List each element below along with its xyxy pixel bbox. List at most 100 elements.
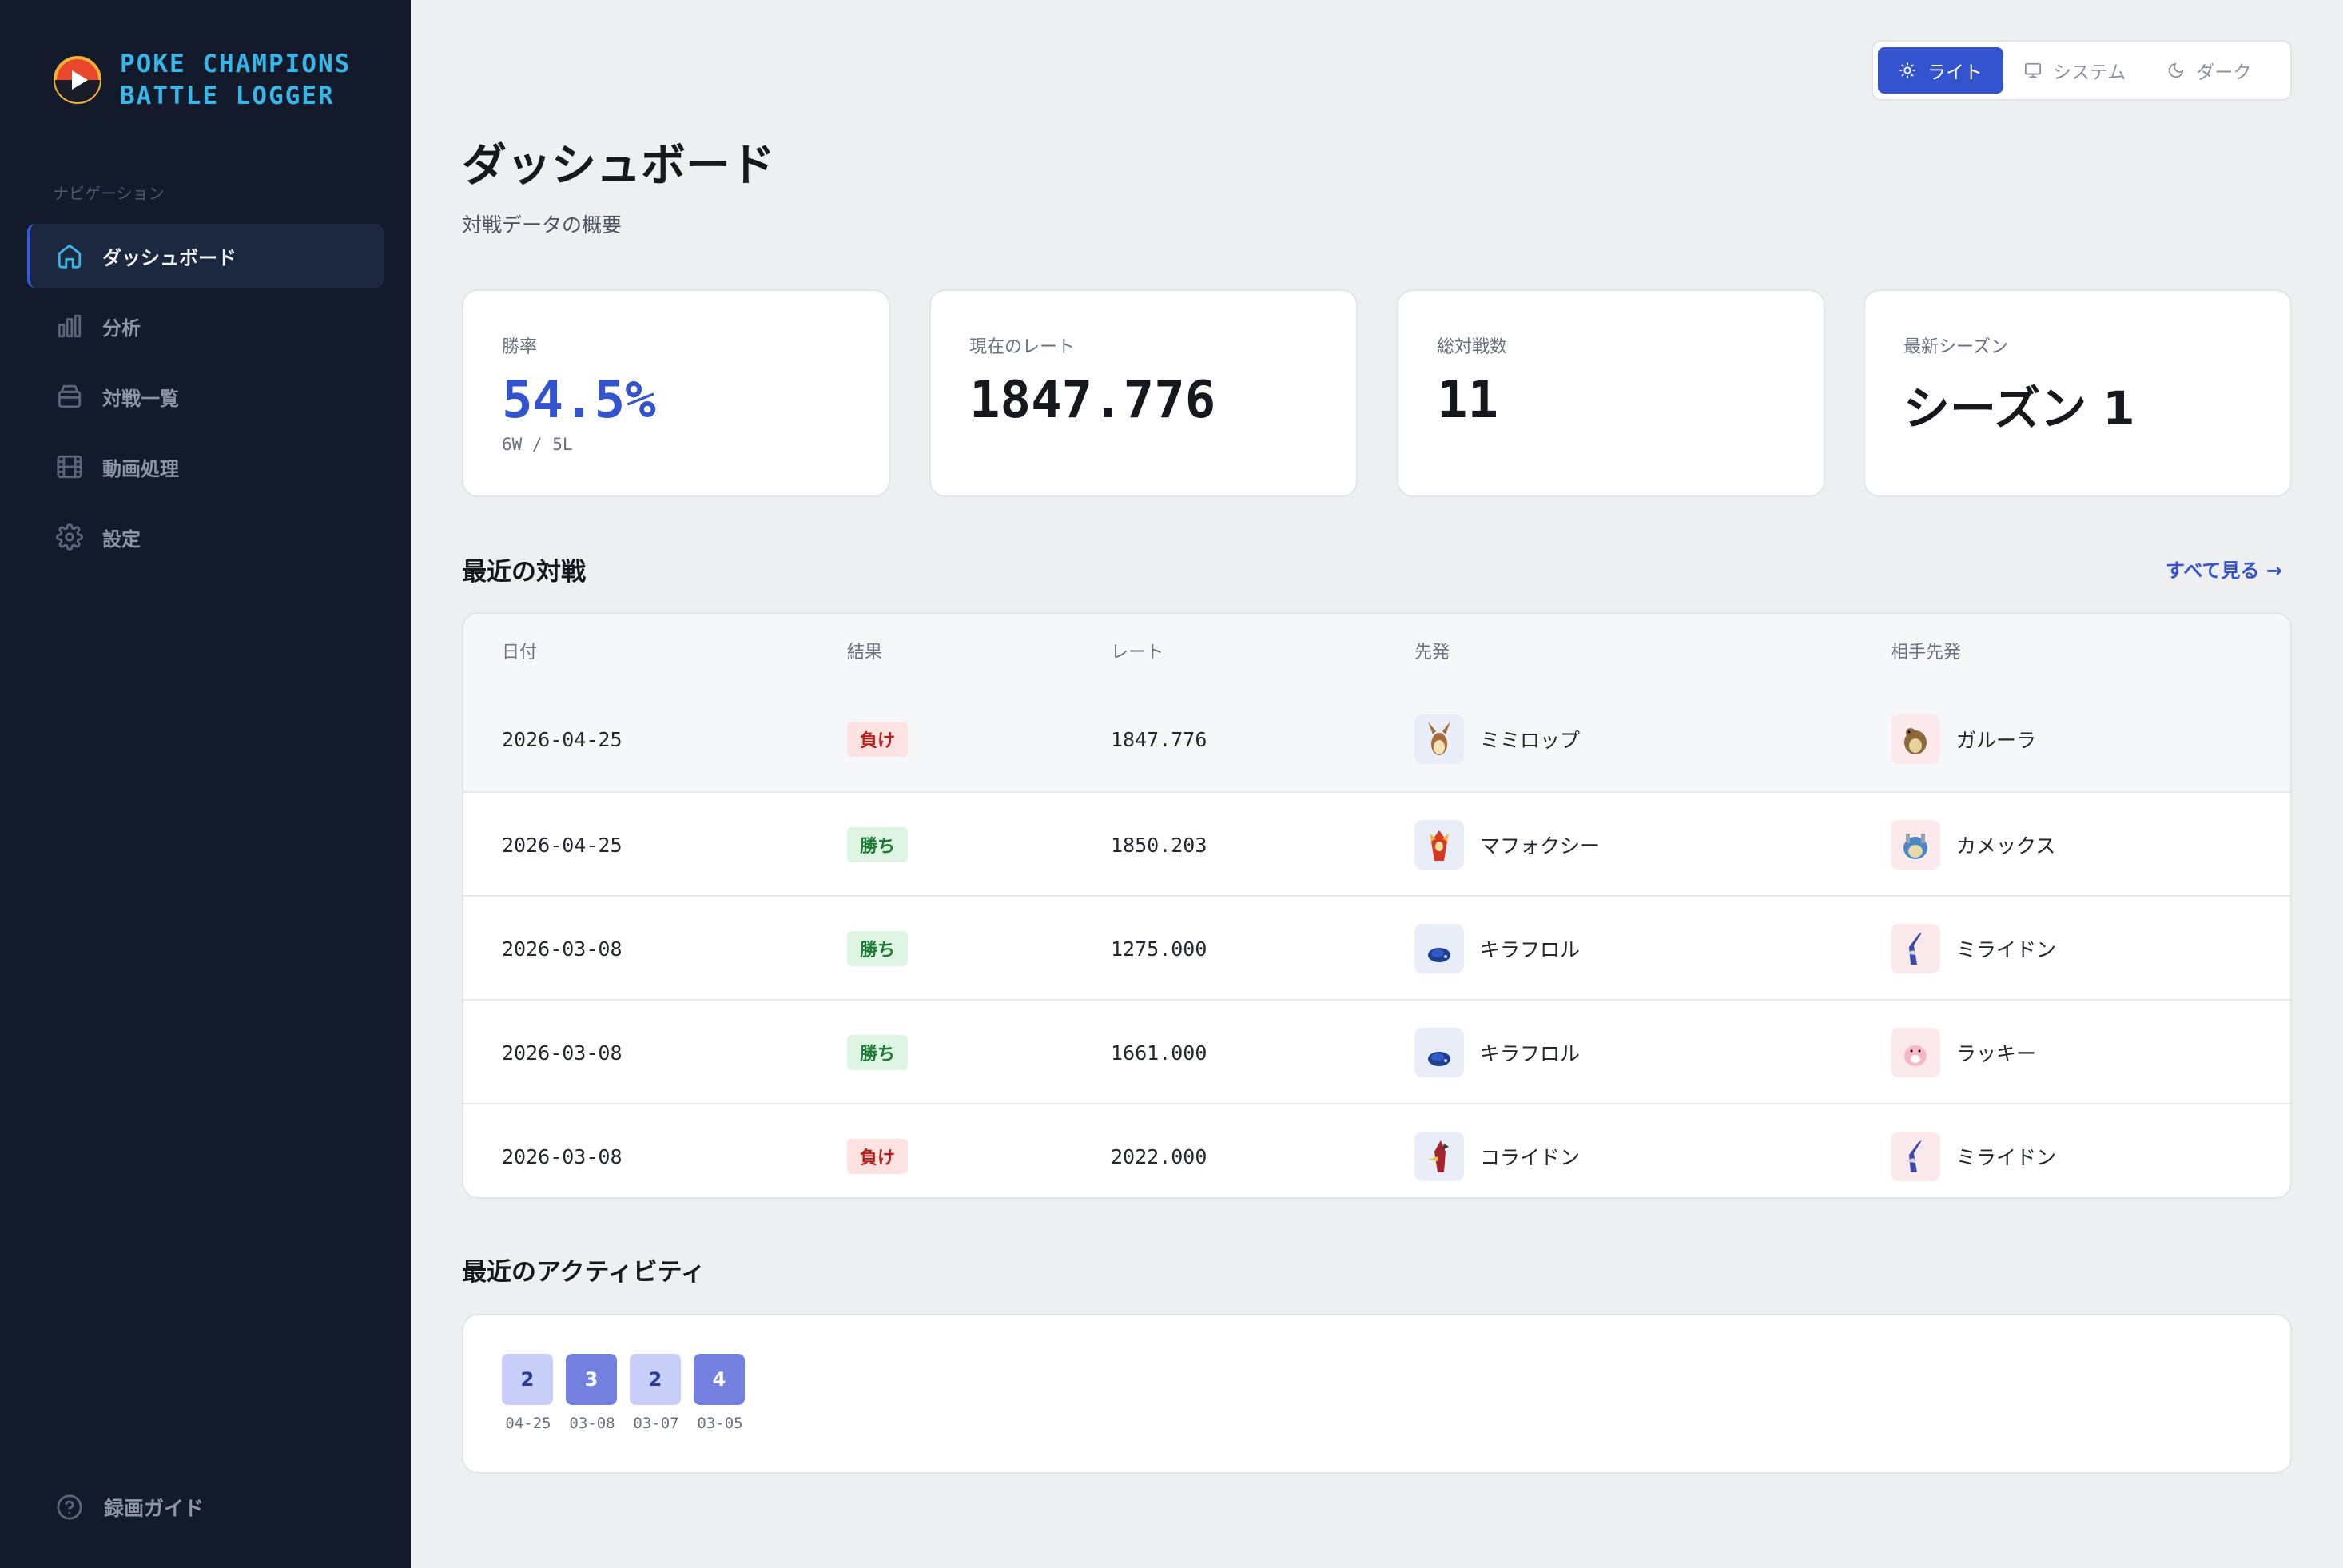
column-header-result[interactable]: 結果 (847, 638, 882, 663)
lead-pokemon-name: コライドン (1480, 1146, 1581, 1169)
film-icon (56, 453, 83, 480)
cell-rate: 2022.000 (1111, 1144, 1207, 1168)
opponent-pokemon-name: ミライドン (1956, 938, 2057, 961)
gear-icon (56, 523, 83, 551)
recent-activity-title: 最近のアクティビティ (462, 1258, 706, 1287)
pokemon-sprite-icon (1414, 924, 1464, 973)
lead-pokemon-name: ミミロップ (1480, 729, 1581, 752)
moon-icon (2167, 62, 2185, 79)
cell-date: 2026-03-08 (502, 937, 623, 961)
activity-date: 03-05 (697, 1415, 743, 1432)
cell-date: 2026-03-08 (502, 1144, 623, 1168)
home-icon (56, 242, 83, 269)
recording-guide-label: 録画ガイド (104, 1497, 205, 1520)
table-row[interactable]: 2026-03-08 勝ち 1661.000 キラフロル ラッキー (463, 999, 2290, 1103)
sidebar-item-video[interactable]: 動画処理 (27, 435, 384, 499)
activity-date: 03-07 (633, 1415, 679, 1432)
cell-date: 2026-04-25 (502, 833, 623, 857)
activity-date: 03-08 (569, 1415, 615, 1432)
sun-icon (1899, 62, 1916, 79)
see-all-link[interactable]: すべて見る → (2166, 555, 2282, 583)
stat-label: 最新シーズン (1903, 337, 2008, 357)
sidebar: POKE CHAMPIONS BATTLE LOGGER ナビゲーション ダッシ… (0, 0, 411, 1568)
result-badge: 勝ち (847, 1035, 909, 1070)
theme-system-button[interactable]: システム (2003, 47, 2146, 94)
page-subtitle: 対戦データの概要 (462, 213, 623, 237)
brand-title-line2: BATTLE LOGGER (120, 82, 335, 110)
opponent-pokemon-name: ガルーラ (1956, 729, 2037, 752)
nav: ダッシュボード 分析 対戦一覧 動画処理 設定 (27, 224, 384, 575)
column-header-lead[interactable]: 先発 (1414, 638, 1450, 663)
recent-battles-title: 最近の対戦 (462, 558, 586, 587)
theme-system-label: システム (2053, 62, 2126, 83)
stat-label: 総対戦数 (1437, 337, 1508, 357)
activity-day[interactable]: 4 03-05 (694, 1354, 746, 1432)
activity-date: 04-25 (505, 1415, 551, 1432)
monitor-icon (2024, 62, 2042, 79)
stat-card-total-battles: 総対戦数 11 (1397, 289, 1825, 497)
page-title: ダッシュボード (462, 140, 775, 192)
table-row[interactable]: 2026-04-25 負け 1847.776 ミミロップ ガルーラ (463, 687, 2290, 791)
theme-light-label: ライト (1927, 62, 1983, 83)
activity-count: 3 (566, 1354, 617, 1405)
pokemon-sprite-icon (1891, 1028, 1940, 1077)
activity-count: 2 (630, 1354, 681, 1405)
pokemon-sprite-icon (1891, 1132, 1940, 1181)
stat-sub: 6W / 5L (502, 435, 573, 454)
sidebar-item-label: 対戦一覧 (102, 387, 179, 410)
bar-chart-icon (56, 312, 83, 340)
activity-day[interactable]: 2 04-25 (502, 1354, 555, 1432)
stat-value: 1847.776 (969, 371, 1216, 430)
theme-light-button[interactable]: ライト (1878, 47, 2003, 94)
result-badge: 勝ち (847, 827, 909, 862)
sidebar-item-settings[interactable]: 設定 (27, 505, 384, 569)
result-badge: 勝ち (847, 931, 909, 966)
sidebar-item-label: 設定 (102, 527, 141, 551)
column-header-opponent-lead[interactable]: 相手先発 (1891, 638, 1961, 663)
archive-icon (56, 383, 83, 410)
lead-pokemon-name: マフォクシー (1480, 834, 1601, 858)
brand-title-line1: POKE CHAMPIONS (120, 50, 352, 78)
pokemon-sprite-icon (1414, 820, 1464, 870)
result-badge: 負け (847, 1139, 909, 1174)
stat-label: 現在のレート (969, 337, 1076, 357)
cell-date: 2026-03-08 (502, 1041, 623, 1065)
pokemon-sprite-icon (1891, 820, 1940, 870)
pokemon-sprite-icon (1414, 714, 1464, 764)
activity-count: 4 (694, 1354, 745, 1405)
opponent-pokemon-name: ラッキー (1956, 1042, 2037, 1065)
table-row[interactable]: 2026-03-08 負け 2022.000 コライドン ミライドン (463, 1103, 2290, 1197)
column-header-rate[interactable]: レート (1111, 638, 1164, 663)
cell-rate: 1847.776 (1111, 727, 1207, 751)
stat-value: 54.5% (502, 371, 656, 430)
lead-pokemon-name: キラフロル (1480, 938, 1581, 961)
pokemon-sprite-icon (1891, 714, 1940, 764)
pokemon-sprite-icon (1414, 1132, 1464, 1181)
pokemon-sprite-icon (1891, 924, 1940, 973)
cell-rate: 1661.000 (1111, 1041, 1207, 1065)
recording-guide-link[interactable]: 録画ガイド (56, 1493, 204, 1522)
table-row[interactable]: 2026-03-08 勝ち 1275.000 キラフロル ミライドン (463, 895, 2290, 999)
table-row[interactable]: 2026-04-25 勝ち 1850.203 マフォクシー カメックス (463, 791, 2290, 895)
stat-card-current-rate: 現在のレート 1847.776 (929, 289, 1358, 497)
nav-heading: ナビゲーション (53, 184, 165, 203)
theme-dark-label: ダーク (2196, 62, 2252, 83)
theme-dark-button[interactable]: ダーク (2146, 47, 2272, 94)
stat-card-latest-season: 最新シーズン シーズン 1 (1864, 289, 2292, 497)
activity-day[interactable]: 2 03-07 (630, 1354, 682, 1432)
pokemon-sprite-icon (1414, 1028, 1464, 1077)
brand[interactable]: POKE CHAMPIONS BATTLE LOGGER (53, 48, 351, 112)
opponent-pokemon-name: カメックス (1956, 834, 2056, 858)
column-header-date[interactable]: 日付 (502, 638, 537, 663)
help-circle-icon (56, 1494, 83, 1521)
sidebar-item-label: 分析 (102, 316, 141, 340)
activity-count: 2 (502, 1354, 553, 1405)
stat-label: 勝率 (502, 337, 538, 357)
sidebar-item-dashboard[interactable]: ダッシュボード (27, 224, 384, 288)
sidebar-item-battles[interactable]: 対戦一覧 (27, 364, 384, 428)
sidebar-item-analysis[interactable]: 分析 (27, 294, 384, 358)
activity-day[interactable]: 3 03-08 (566, 1354, 619, 1432)
stat-value: シーズン 1 (1903, 381, 2135, 436)
result-badge: 負け (847, 722, 909, 757)
logo-icon (53, 55, 102, 105)
